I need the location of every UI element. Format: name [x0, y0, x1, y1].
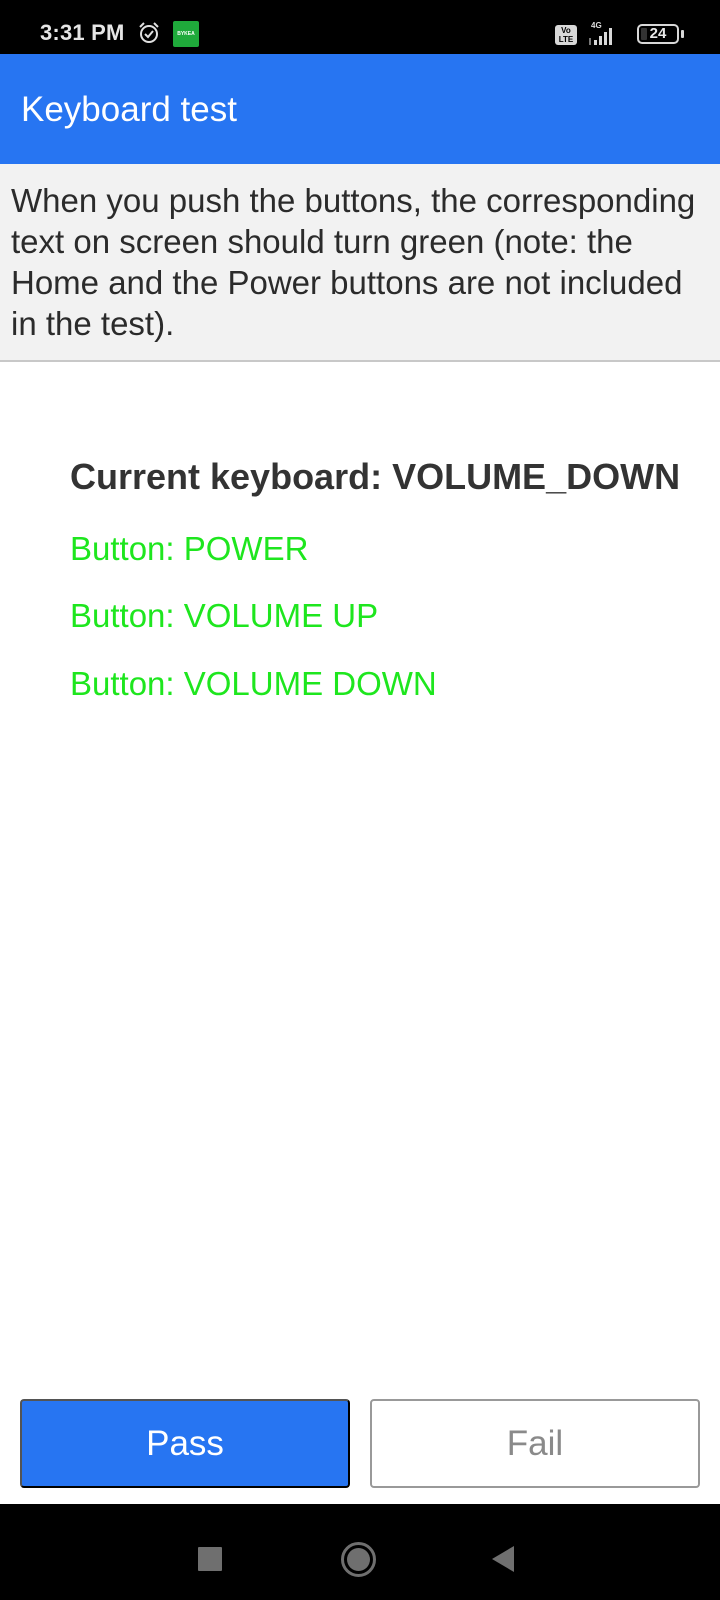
pass-button[interactable]: Pass [20, 1399, 350, 1488]
page-title: Keyboard test [21, 90, 237, 129]
app-notification-icon: BYKEA [173, 21, 199, 47]
navigation-bar [0, 1504, 720, 1600]
status-bar: 3:31 PM BYKEA Vo LTE 4G 24 [0, 0, 720, 54]
triangle-back-icon[interactable] [492, 1546, 514, 1572]
battery-tip [681, 30, 684, 38]
current-keyboard-label: Current keyboard: VOLUME_DOWN [70, 456, 681, 497]
battery-fill [641, 28, 647, 40]
volte-icon: Vo LTE [555, 25, 577, 45]
fail-button[interactable]: Fail [370, 1399, 700, 1488]
alarm-clock-icon [139, 22, 159, 43]
signal-bars-icon [589, 28, 612, 45]
battery-level: 24 [649, 25, 667, 42]
home-inner-dot [347, 1548, 370, 1571]
status-time: 3:31 PM [40, 20, 125, 45]
square-recents-icon[interactable] [198, 1547, 222, 1571]
circle-home-icon[interactable] [341, 1542, 376, 1577]
button-status-power: Button: POWER [70, 530, 309, 567]
instructions-text: When you push the buttons, the correspon… [0, 164, 720, 362]
battery-icon: 24 [637, 24, 679, 44]
app-bar: Keyboard test [0, 54, 720, 164]
button-status-volume-up: Button: VOLUME UP [70, 597, 379, 634]
button-status-volume-down: Button: VOLUME DOWN [70, 665, 437, 702]
